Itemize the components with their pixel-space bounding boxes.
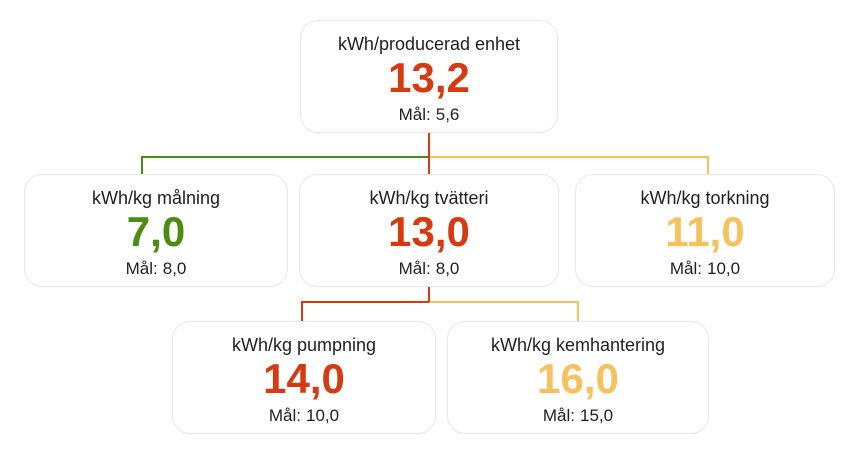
goal-value: 10,0 xyxy=(707,259,741,278)
connector-tvatteri-to-pumpning xyxy=(301,301,429,321)
kpi-goal: Mål: 15,0 xyxy=(448,406,708,426)
kpi-title: kWh/kg målning xyxy=(91,188,221,208)
kpi-title: kWh/kg kemhantering xyxy=(490,335,666,355)
goal-value: 5,6 xyxy=(435,105,460,124)
connector-root-to-torkning xyxy=(429,156,709,174)
goal-label: Mål: xyxy=(669,259,703,278)
kpi-title: kWh/kg tvätteri xyxy=(369,188,489,208)
goal-label: Mål: xyxy=(398,259,431,278)
kpi-goal: Mål: 8,0 xyxy=(25,259,287,279)
kpi-value: 13,0 xyxy=(388,208,470,255)
kpi-card-kemhantering: kWh/kg kemhantering 16,0 Mål: 15,0 xyxy=(447,321,709,434)
kpi-card-pumpning: kWh/kg pumpning 14,0 Mål: 10,0 xyxy=(172,321,436,434)
kpi-value: 11,0 xyxy=(665,208,745,255)
kpi-value: 13,2 xyxy=(388,54,470,101)
goal-label: Mål: xyxy=(542,406,576,425)
kpi-goal: Mål: 10,0 xyxy=(173,406,435,426)
kpi-card-root: kWh/producerad enhet 13,2 Mål: 5,6 xyxy=(300,20,558,133)
connector-root-to-malning xyxy=(141,156,429,174)
kpi-goal: Mål: 10,0 xyxy=(576,259,834,279)
kpi-goal: Mål: 5,6 xyxy=(301,105,557,125)
goal-value: 10,0 xyxy=(306,406,340,425)
kpi-title: kWh/kg pumpning xyxy=(231,335,377,355)
goal-value: 8,0 xyxy=(162,259,187,278)
kpi-value: 16,0 xyxy=(537,355,619,402)
goal-value: 15,0 xyxy=(580,406,614,425)
connector-tvatteri-to-kemhantering xyxy=(429,301,579,321)
goal-value: 8,0 xyxy=(435,259,460,278)
kpi-title: kWh/kg torkning xyxy=(640,188,770,208)
kpi-value: 7,0 xyxy=(126,208,186,255)
goal-label: Mål: xyxy=(398,105,431,124)
kpi-value: 14,0 xyxy=(263,355,345,402)
goal-label: Mål: xyxy=(125,259,158,278)
kpi-card-tvatteri: kWh/kg tvätteri 13,0 Mål: 8,0 xyxy=(299,174,559,287)
kpi-card-malning: kWh/kg målning 7,0 Mål: 8,0 xyxy=(24,174,288,287)
kpi-card-torkning: kWh/kg torkning 11,0 Mål: 10,0 xyxy=(575,174,835,287)
kpi-title: kWh/producerad enhet xyxy=(337,34,521,54)
kpi-goal: Mål: 8,0 xyxy=(300,259,558,279)
goal-label: Mål: xyxy=(268,406,302,425)
